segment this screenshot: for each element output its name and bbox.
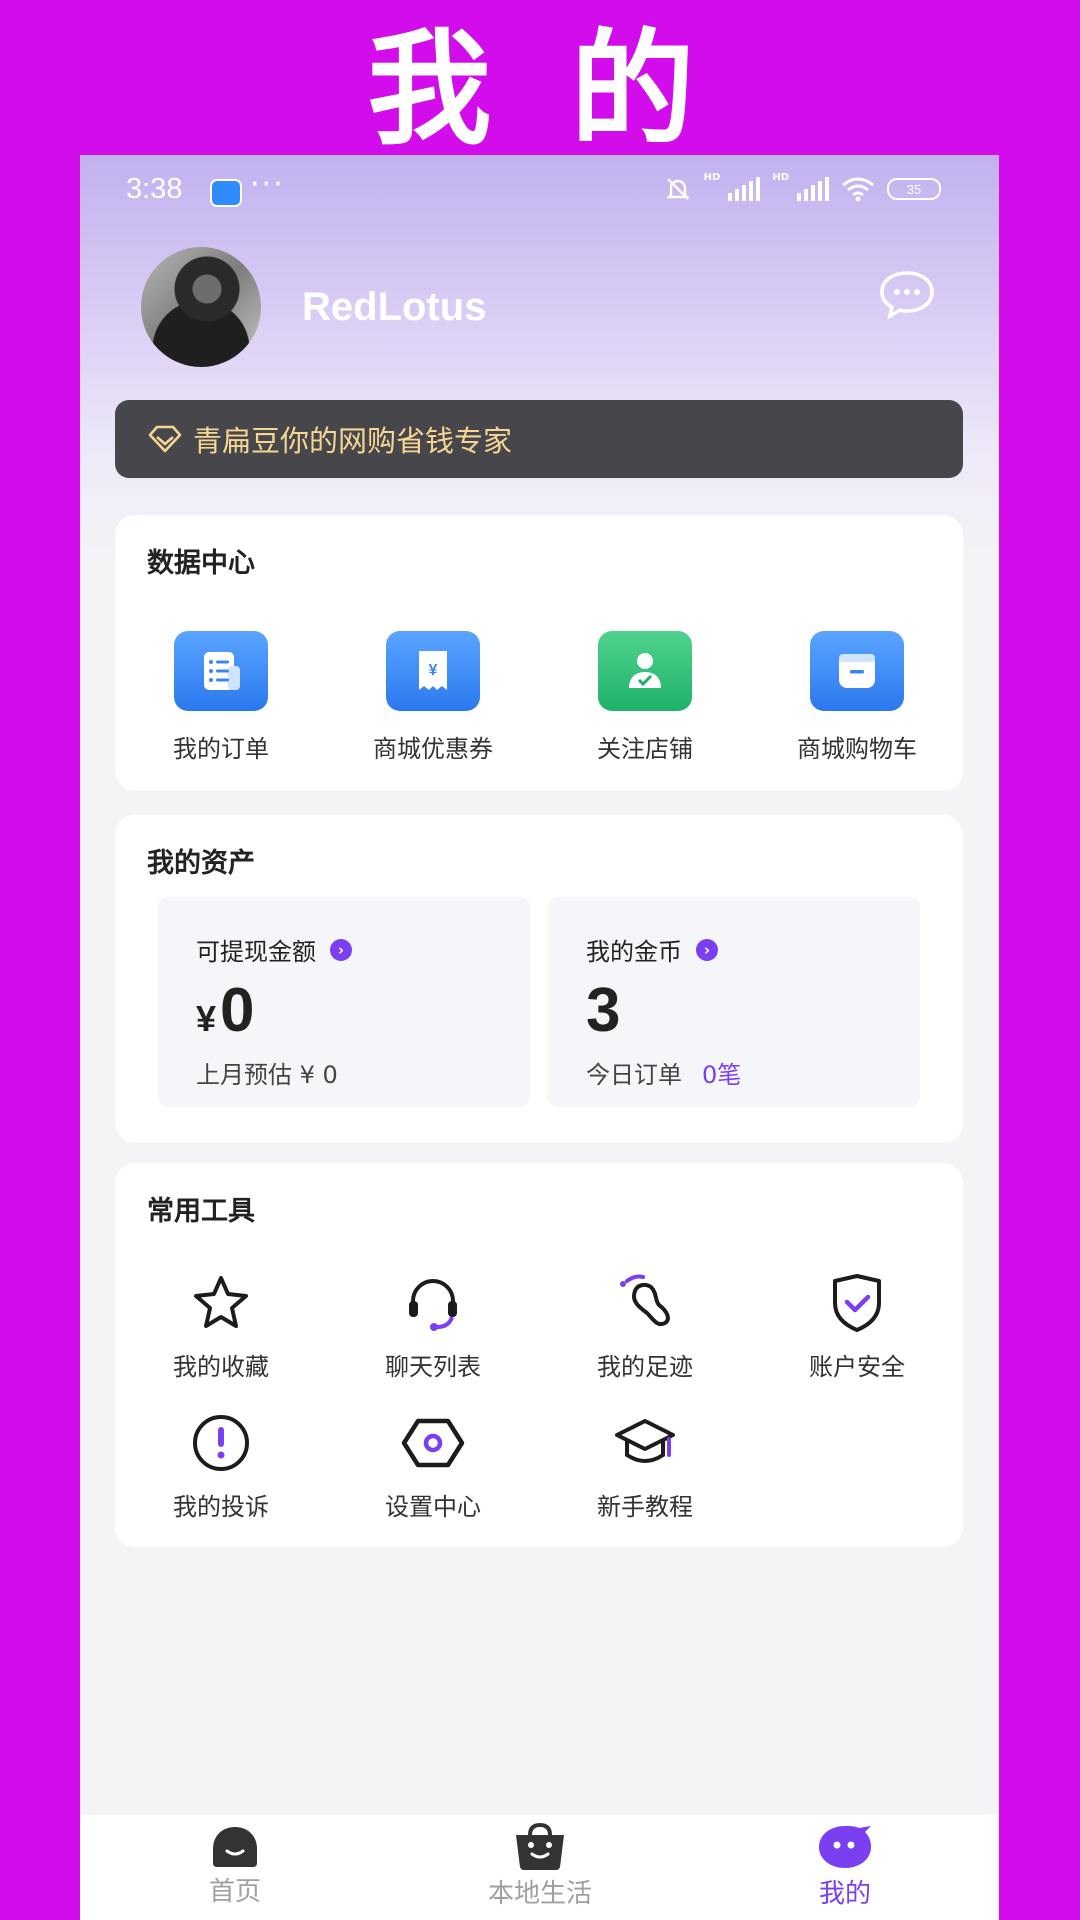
account-security-label: 账户安全 xyxy=(809,1353,905,1381)
graduation-cap-icon xyxy=(610,1411,680,1475)
tools-title: 常用工具 xyxy=(147,1196,255,1227)
followed-shop-icon xyxy=(598,631,692,711)
today-orders-label: 今日订单 xyxy=(586,1061,682,1089)
tab-home[interactable]: 首页 xyxy=(135,1823,335,1908)
complaints-label: 我的投诉 xyxy=(173,1493,269,1521)
avatar[interactable] xyxy=(141,247,261,367)
account-security-item[interactable]: 账户安全 xyxy=(751,1271,963,1382)
footprint-icon xyxy=(610,1271,680,1335)
withdrawable-box[interactable]: 可提现金额 › ¥0 上月预估 ¥ 0 xyxy=(158,897,530,1107)
shopping-bag-icon xyxy=(516,1823,564,1870)
hd-label: HD xyxy=(703,171,721,183)
phone-screen: 3:38 ··· HD HD 35 RedLotus 青扁豆你的网购省钱专家 数… xyxy=(80,155,999,1920)
notification-app-icon xyxy=(210,179,242,207)
today-orders-value: 0笔 xyxy=(702,1061,742,1089)
username: RedLotus xyxy=(302,285,487,329)
coupon-icon: ¥ xyxy=(386,631,480,711)
shop-cart-label: 商城购物车 xyxy=(797,735,917,763)
my-orders-item[interactable]: 我的订单 xyxy=(115,631,327,764)
last-month-estimate: 上月预估 ¥ 0 xyxy=(196,1061,338,1089)
coins-box[interactable]: 我的金币 › 3 今日订单 0笔 xyxy=(548,897,920,1107)
star-icon xyxy=(186,1271,256,1335)
withdrawable-amount: 0 xyxy=(220,976,255,1045)
tools-card: 常用工具 我的收藏 聊天列表 我的足迹 账户安全 我的投诉 设置中心 新手教程 xyxy=(115,1163,963,1547)
complaints-item[interactable]: 我的投诉 xyxy=(115,1411,327,1522)
withdrawable-label: 可提现金额 xyxy=(196,938,316,966)
order-list-icon xyxy=(174,631,268,711)
bottom-tab-bar: 首页 本地生活 我的 xyxy=(80,1815,999,1920)
followed-shops-label: 关注店铺 xyxy=(597,735,693,763)
assets-title: 我的资产 xyxy=(147,848,255,879)
svg-text:¥: ¥ xyxy=(429,662,438,679)
withdrawable-header: 可提现金额 › xyxy=(196,932,352,967)
message-bubble-icon[interactable] xyxy=(878,270,936,320)
data-center-card: 数据中心 我的订单 ¥ 商城优惠券 关注店铺 商城购物车 xyxy=(115,515,963,791)
tab-mine[interactable]: 我的 xyxy=(745,1823,945,1910)
promo-text: 青扁豆你的网购省钱专家 xyxy=(193,424,513,458)
battery-indicator: 35 xyxy=(887,178,941,200)
exclamation-icon xyxy=(186,1411,256,1475)
coupon-label: 商城优惠券 xyxy=(373,735,493,763)
footprints-label: 我的足迹 xyxy=(597,1353,693,1381)
hd-label-2: HD xyxy=(772,171,789,183)
chevron-right-icon[interactable]: › xyxy=(330,938,352,961)
chat-list-item[interactable]: 聊天列表 xyxy=(327,1271,539,1382)
coins-label: 我的金币 xyxy=(586,938,682,966)
settings-item[interactable]: 设置中心 xyxy=(327,1411,539,1522)
diamond-icon xyxy=(148,425,182,453)
more-notifications-icon: ··· xyxy=(250,167,285,202)
followed-shops-item[interactable]: 关注店铺 xyxy=(539,631,751,764)
data-center-title: 数据中心 xyxy=(147,548,255,579)
home-face-icon xyxy=(213,1827,257,1867)
shield-check-icon xyxy=(822,1271,892,1335)
promo-banner[interactable]: 青扁豆你的网购省钱专家 xyxy=(115,400,963,478)
banner-title: 我 的 xyxy=(367,17,713,162)
assets-card: 我的资产 可提现金额 › ¥0 上月预估 ¥ 0 我的金币 › 3 今日订单 0笔 xyxy=(115,815,963,1143)
tab-mine-label: 我的 xyxy=(818,1879,871,1909)
shop-cart-item[interactable]: 商城购物车 xyxy=(751,631,963,764)
coupon-item[interactable]: ¥ 商城优惠券 xyxy=(327,631,539,764)
cart-icon xyxy=(810,631,904,711)
tab-home-label: 首页 xyxy=(208,1877,261,1907)
settings-label: 设置中心 xyxy=(385,1493,481,1521)
currency-symbol: ¥ xyxy=(196,998,217,1039)
coins-value: 3 xyxy=(586,976,621,1045)
footprints-item[interactable]: 我的足迹 xyxy=(539,1271,751,1382)
tutorial-label: 新手教程 xyxy=(597,1493,693,1521)
mute-bell-icon xyxy=(665,178,690,200)
chevron-right-icon[interactable]: › xyxy=(696,938,718,961)
status-time: 3:38 xyxy=(126,173,183,205)
settings-hexagon-icon xyxy=(398,1411,468,1475)
withdrawable-value: ¥0 xyxy=(196,975,255,1046)
headset-icon xyxy=(398,1271,468,1335)
favorites-label: 我的收藏 xyxy=(173,1353,269,1381)
status-indicators: HD HD 35 xyxy=(664,171,941,203)
tab-local-life[interactable]: 本地生活 xyxy=(440,1823,640,1910)
signal-2-icon xyxy=(797,177,829,201)
coins-header: 我的金币 › xyxy=(586,932,718,967)
favorites-item[interactable]: 我的收藏 xyxy=(115,1271,327,1382)
tab-local-life-label: 本地生活 xyxy=(487,1879,592,1909)
wifi-icon xyxy=(842,177,874,202)
tutorial-item[interactable]: 新手教程 xyxy=(539,1411,751,1522)
my-orders-label: 我的订单 xyxy=(173,735,269,763)
today-orders: 今日订单 0笔 xyxy=(586,1055,741,1090)
signal-1-icon xyxy=(728,177,761,201)
chat-list-label: 聊天列表 xyxy=(385,1353,481,1381)
status-bar: 3:38 ··· HD HD 35 xyxy=(80,155,999,233)
profile-bubble-icon xyxy=(819,1826,871,1868)
